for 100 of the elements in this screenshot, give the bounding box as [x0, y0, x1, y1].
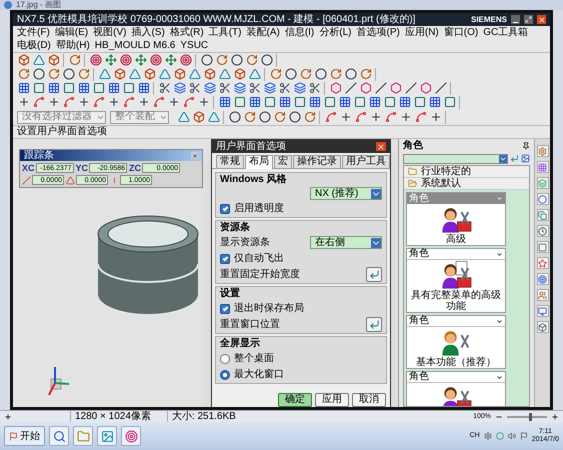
square-icon[interactable] — [92, 82, 105, 94]
triangle-icon[interactable] — [158, 68, 171, 80]
curve-icon[interactable] — [384, 110, 397, 124]
maximize-icon[interactable] — [524, 15, 533, 24]
menu-item[interactable]: 信息(I) — [284, 26, 314, 39]
search-icon[interactable] — [49, 426, 69, 446]
checkbox[interactable] — [220, 304, 230, 314]
layers-icon[interactable] — [263, 82, 276, 94]
grid-icon[interactable] — [368, 96, 381, 108]
square-icon[interactable] — [263, 96, 276, 108]
grid-icon[interactable] — [137, 82, 150, 94]
menu-item[interactable]: GC工具箱 — [483, 26, 528, 39]
gear-icon[interactable] — [484, 432, 492, 440]
line-icon[interactable] — [374, 82, 387, 94]
dropdown[interactable]: 在右侧 — [310, 236, 382, 249]
layers-icon[interactable] — [536, 177, 548, 189]
radio-button[interactable] — [220, 354, 230, 364]
rotate-icon[interactable] — [299, 68, 312, 80]
tab[interactable]: 宏 — [274, 155, 292, 168]
square-icon[interactable] — [353, 96, 366, 108]
triangle-icon[interactable] — [98, 68, 111, 80]
search-dropdown[interactable] — [403, 154, 508, 164]
cube-icon[interactable] — [192, 110, 205, 124]
tab[interactable]: 用户工具 — [342, 155, 390, 168]
circle-icon[interactable] — [288, 110, 301, 124]
picture-icon[interactable] — [521, 154, 530, 163]
target-icon[interactable] — [89, 54, 102, 66]
filter-dropdown[interactable]: 没有选择过滤器 — [17, 110, 106, 124]
grid-icon[interactable] — [308, 96, 321, 108]
square-icon[interactable] — [383, 96, 396, 108]
menu-item[interactable]: 装配(A) — [246, 26, 280, 39]
grid-icon[interactable] — [218, 96, 231, 108]
menu-item[interactable]: 首选项(P) — [356, 26, 400, 39]
rotate-icon[interactable] — [47, 68, 60, 80]
folder-icon[interactable] — [73, 426, 93, 446]
scissors-icon[interactable] — [188, 82, 201, 94]
cube-icon[interactable] — [173, 68, 186, 80]
hexagon-icon[interactable] — [359, 82, 372, 94]
grid-icon[interactable] — [248, 96, 261, 108]
checkbox[interactable] — [220, 254, 230, 264]
scissors-icon[interactable] — [278, 82, 291, 94]
picture-icon[interactable] — [97, 426, 117, 446]
dialog-button[interactable]: 确定 — [278, 393, 312, 407]
flag-icon[interactable] — [520, 432, 528, 440]
rotate-icon[interactable] — [243, 110, 256, 124]
tab[interactable]: 常规 — [216, 155, 244, 168]
circle-icon[interactable] — [260, 54, 273, 66]
copy-icon[interactable] — [536, 209, 548, 221]
dropdown[interactable]: NX (推荐) — [310, 187, 382, 200]
target-icon[interactable] — [536, 273, 548, 285]
curve-icon[interactable] — [324, 110, 337, 124]
folder-item[interactable]: 系统默认 — [404, 178, 529, 190]
clock-icon[interactable] — [536, 225, 548, 237]
plus-icon[interactable] — [77, 96, 90, 108]
hexagon-icon[interactable] — [329, 82, 342, 94]
curve-icon[interactable] — [62, 96, 75, 108]
curve-icon[interactable] — [32, 96, 45, 108]
rotate-icon[interactable] — [359, 68, 372, 80]
rotate-icon[interactable] — [77, 68, 90, 80]
line-icon[interactable] — [434, 82, 447, 94]
grid-icon[interactable] — [17, 82, 30, 94]
circle-icon[interactable] — [536, 193, 548, 205]
checkbox[interactable] — [220, 204, 230, 214]
line-icon[interactable] — [404, 82, 417, 94]
plus-icon[interactable] — [107, 96, 120, 108]
curve-icon[interactable] — [182, 96, 195, 108]
plus-icon[interactable] — [47, 96, 60, 108]
menu-item[interactable]: 帮助(H) — [56, 39, 90, 52]
grid-icon[interactable] — [338, 96, 351, 108]
rotate-icon[interactable] — [269, 68, 282, 80]
grid-icon[interactable] — [536, 161, 548, 173]
minimize-icon[interactable] — [511, 15, 520, 24]
cube-icon[interactable] — [536, 321, 548, 333]
rotate-icon[interactable] — [17, 68, 30, 80]
square-icon[interactable] — [293, 96, 306, 108]
menu-item[interactable]: 电极(D) — [17, 39, 51, 52]
circle-icon[interactable] — [314, 68, 327, 80]
menu-item[interactable]: 分析(L) — [319, 26, 352, 39]
square-icon[interactable] — [413, 96, 426, 108]
square-icon[interactable] — [323, 96, 336, 108]
move-icon[interactable] — [134, 54, 147, 66]
circle-icon[interactable] — [228, 110, 241, 124]
grid-icon[interactable] — [398, 96, 411, 108]
menu-item[interactable]: 插入(S) — [131, 26, 165, 39]
role-card[interactable]: 角色 — [406, 371, 506, 406]
rotate-icon[interactable] — [273, 110, 286, 124]
circle-icon[interactable] — [62, 68, 75, 80]
hexagon-icon[interactable] — [389, 82, 402, 94]
start-button[interactable]: 开始 — [4, 426, 45, 446]
plus-icon[interactable] — [339, 110, 352, 124]
grid-icon[interactable] — [278, 96, 291, 108]
plus-icon[interactable] — [17, 96, 30, 108]
role-card[interactable]: 角色 基本功能（推荐） — [406, 315, 506, 369]
menu-item[interactable]: 文件(F) — [17, 26, 50, 39]
cube-icon[interactable] — [113, 68, 126, 80]
square-icon[interactable] — [122, 82, 135, 94]
cube-icon[interactable] — [47, 54, 60, 66]
grid-icon[interactable] — [77, 82, 90, 94]
rotate-icon[interactable] — [303, 110, 316, 124]
target-icon[interactable] — [119, 54, 132, 66]
